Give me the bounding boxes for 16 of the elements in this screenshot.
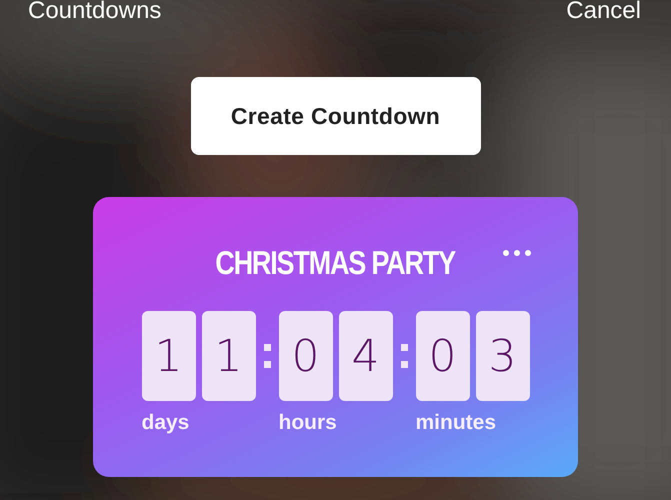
digit-tile: 1 [142,311,196,401]
unit-label: hours [278,411,338,435]
create-countdown-button[interactable]: Create Countdown [190,77,480,155]
digit-tile: 0 [416,311,470,401]
more-icon[interactable] [503,250,531,256]
digit-tile: 1 [202,311,256,401]
unit-label: days [142,411,190,435]
countdown-title: CHRISTMAS PARTY [216,243,456,283]
cancel-link[interactable]: Cancel [566,0,641,22]
colon-icon [400,344,408,368]
screen-title: Countdowns [28,0,162,22]
unit-label: minutes [416,411,498,435]
digit-tile: 3 [476,311,530,401]
colon-icon [264,344,270,368]
digit-tile: 4 [338,311,392,401]
digit-tile: 0 [278,311,332,401]
